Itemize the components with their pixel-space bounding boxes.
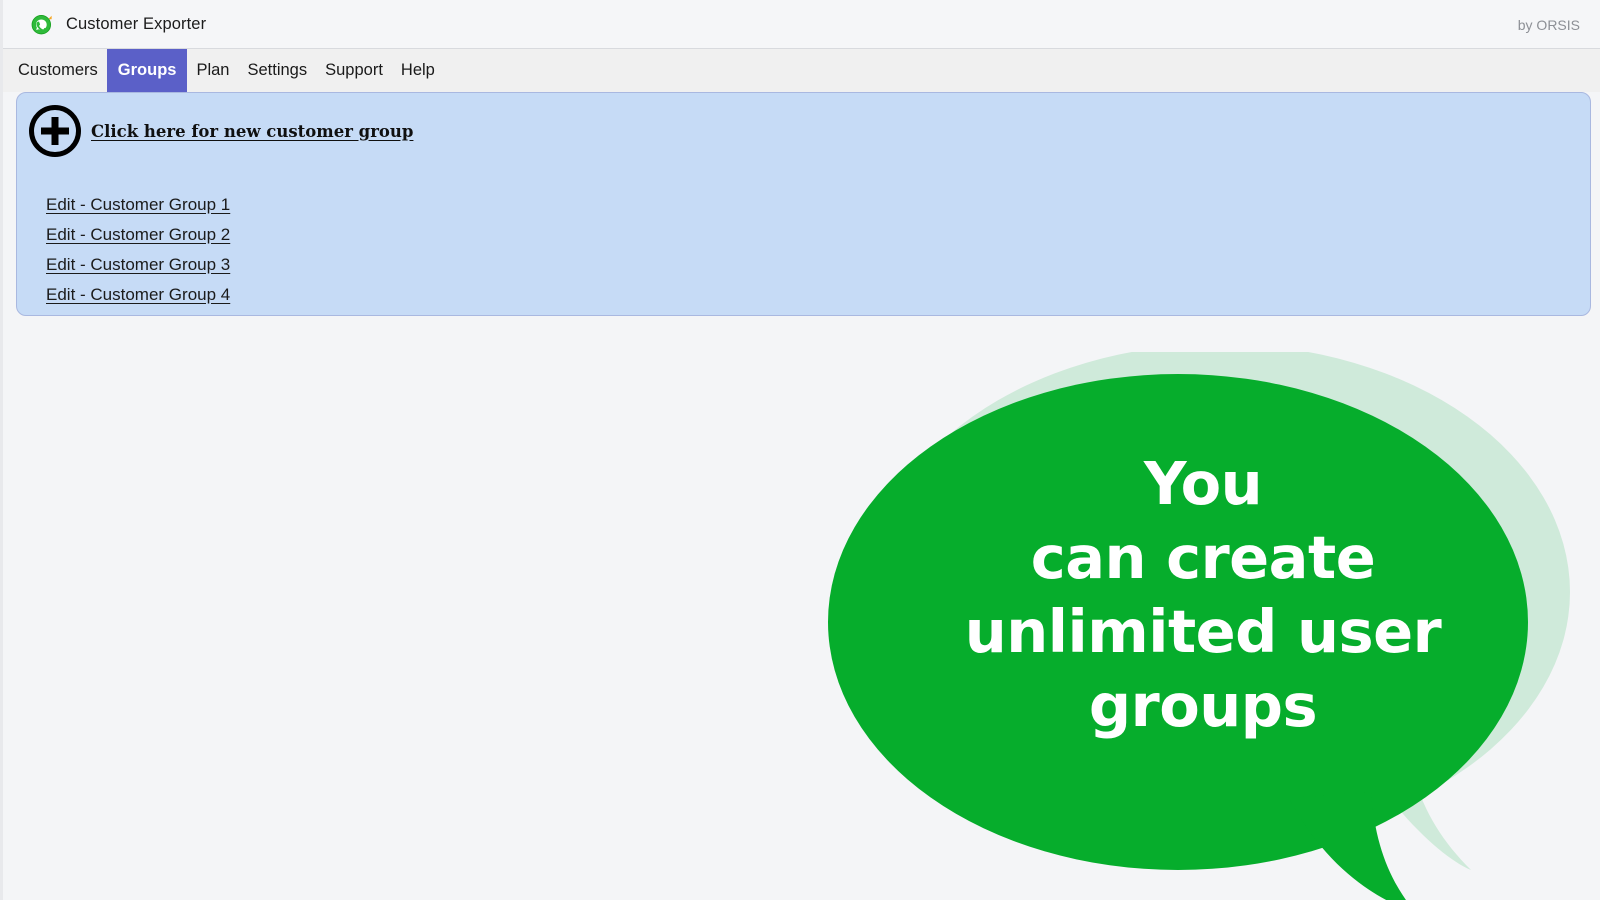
- app-title: Customer Exporter: [66, 14, 207, 33]
- customer-group-link-list: Edit - Customer Group 1 Edit - Customer …: [46, 190, 230, 310]
- menu-item-help[interactable]: Help: [392, 49, 444, 92]
- menu-item-customers[interactable]: Customers: [9, 49, 107, 92]
- app-window: Customer Exporter by ORSIS Customers Gro…: [0, 0, 1600, 900]
- menu-item-settings[interactable]: Settings: [238, 49, 316, 92]
- new-customer-group-link[interactable]: Click here for new customer group: [91, 122, 413, 141]
- new-customer-group-row[interactable]: Click here for new customer group: [29, 105, 413, 157]
- whatsapp-icon: [31, 13, 53, 35]
- bubble-body: [828, 374, 1528, 870]
- plus-circle-icon[interactable]: [29, 105, 81, 157]
- customer-groups-panel: Click here for new customer group Edit -…: [16, 92, 1591, 316]
- edit-customer-group-2-link[interactable]: Edit - Customer Group 2: [46, 220, 230, 250]
- menu-item-groups[interactable]: Groups: [106, 49, 188, 92]
- bubble-tail: [1289, 792, 1407, 900]
- main-menu-bar: Customers Groups Plan Settings Support H…: [3, 49, 1600, 92]
- edit-customer-group-1-link[interactable]: Edit - Customer Group 1: [46, 190, 230, 220]
- speech-bubble-shape: [828, 352, 1570, 900]
- promo-bubble-text: You can create unlimited user groups: [964, 449, 1442, 740]
- menu-item-support[interactable]: Support: [316, 49, 392, 92]
- app-header: Customer Exporter by ORSIS: [3, 0, 1600, 49]
- vendor-label: by ORSIS: [1517, 17, 1580, 33]
- menu-item-plan[interactable]: Plan: [187, 49, 238, 92]
- edit-customer-group-3-link[interactable]: Edit - Customer Group 3: [46, 250, 230, 280]
- promo-speech-bubble: You can create unlimited user groups: [823, 352, 1600, 900]
- edit-customer-group-4-link[interactable]: Edit - Customer Group 4: [46, 280, 230, 310]
- brand-block: Customer Exporter: [31, 13, 206, 35]
